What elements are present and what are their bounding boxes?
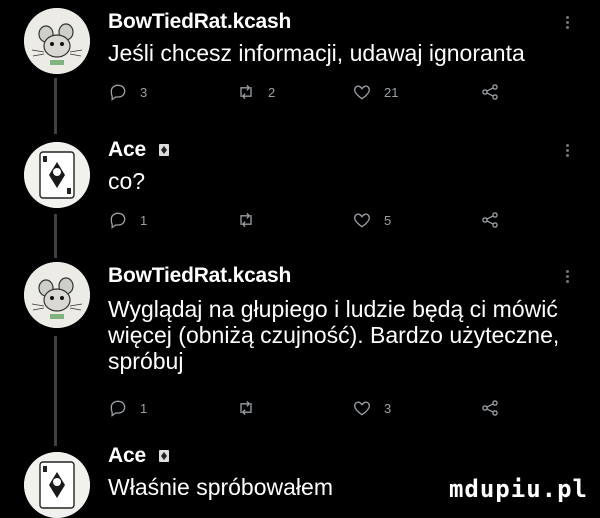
retweet-button[interactable] xyxy=(236,398,268,418)
avatar[interactable] xyxy=(24,8,90,74)
reply-button[interactable]: 1 xyxy=(108,210,147,230)
author-name[interactable]: Ace xyxy=(108,138,170,162)
tweet-text: Jeśli chcesz informacji, udawaj ignorant… xyxy=(108,40,525,66)
reply-button[interactable]: 1 xyxy=(108,398,147,418)
like-count: 3 xyxy=(384,400,392,416)
card-avatar-icon xyxy=(24,142,90,208)
share-button[interactable] xyxy=(480,82,500,102)
retweet-button[interactable]: 2 xyxy=(236,82,275,102)
author-name[interactable]: BowTiedRat.kcash xyxy=(108,10,291,34)
reply-count: 3 xyxy=(140,84,148,100)
share-icon xyxy=(482,84,498,100)
author-name-text: Ace xyxy=(108,138,146,161)
avatar[interactable] xyxy=(24,452,90,518)
tweet-text: co? xyxy=(108,168,146,194)
retweet-icon xyxy=(240,84,252,100)
avatar[interactable] xyxy=(24,262,90,328)
reply-count: 1 xyxy=(140,400,148,416)
retweet-button[interactable] xyxy=(236,210,268,230)
author-name[interactable]: Ace xyxy=(108,444,170,468)
like-button[interactable]: 3 xyxy=(352,398,391,418)
card-avatar-icon xyxy=(24,452,90,518)
tweet[interactable]: Ace co? 1 5 xyxy=(0,130,600,248)
avatar[interactable] xyxy=(24,142,90,208)
reply-icon xyxy=(110,84,126,101)
tweet[interactable]: BowTiedRat.kcash Wyglądaj na głupiego i … xyxy=(0,258,600,428)
tweet[interactable]: BowTiedRat.kcash Jeśli chcesz informacji… xyxy=(0,0,600,128)
more-options-icon[interactable] xyxy=(566,268,572,285)
heart-icon xyxy=(354,213,370,228)
retweet-count: 2 xyxy=(268,84,276,100)
card-badge-icon xyxy=(158,144,169,157)
more-options-icon[interactable] xyxy=(566,14,572,31)
like-count: 21 xyxy=(384,84,399,100)
share-icon xyxy=(482,212,498,228)
tweet-text: Wyglądaj na głupiego i ludzie będą ci mó… xyxy=(108,296,560,374)
like-count: 5 xyxy=(384,212,392,228)
reply-icon xyxy=(110,212,126,229)
reply-icon xyxy=(110,400,126,417)
like-button[interactable]: 5 xyxy=(352,210,391,230)
author-name-text: Ace xyxy=(108,444,146,467)
retweet-icon xyxy=(240,400,252,416)
rat-avatar-icon xyxy=(24,262,90,328)
watermark: mdupiu.pl xyxy=(448,475,588,503)
share-button[interactable] xyxy=(480,210,500,230)
rat-avatar-icon xyxy=(24,8,90,74)
reply-count: 1 xyxy=(140,212,148,228)
heart-icon xyxy=(354,85,370,100)
heart-icon xyxy=(354,401,370,416)
share-icon xyxy=(482,400,498,416)
like-button[interactable]: 21 xyxy=(352,82,398,102)
share-button[interactable] xyxy=(480,398,500,418)
card-badge-icon xyxy=(158,450,169,463)
retweet-icon xyxy=(240,212,252,228)
reply-button[interactable]: 3 xyxy=(108,82,147,102)
author-name[interactable]: BowTiedRat.kcash xyxy=(108,264,291,288)
more-options-icon[interactable] xyxy=(566,142,572,159)
